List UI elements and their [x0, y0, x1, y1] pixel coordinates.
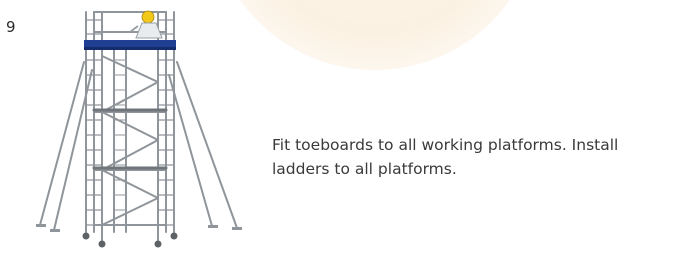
step-instruction-text: Fit toeboards to all working platforms. …: [272, 136, 619, 178]
background-watermark: [210, 0, 540, 70]
step-number: 9: [6, 18, 16, 36]
mobile-scaffold-tower-illustration: [36, 10, 242, 248]
